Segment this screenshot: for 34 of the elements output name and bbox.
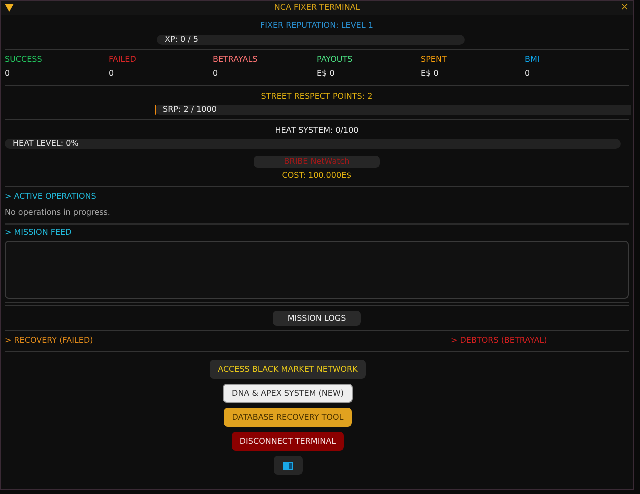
section-title: > ACTIVE OPERATIONS [5, 191, 98, 203]
empty-message: No operations in progress. [5, 207, 112, 219]
stat-value: 0 [525, 68, 532, 80]
section-title: > RECOVERY (FAILED) [5, 335, 94, 347]
progress-label: XP: 0 / 5 [165, 34, 199, 46]
panel-icon [283, 462, 293, 470]
section-title: > DEBTORS (BETRAYAL) [451, 335, 548, 347]
reputation-title: FIXER REPUTATION: LEVEL 1 [260, 20, 374, 32]
action-button[interactable]: DNA & APEX SYSTEM (NEW) [223, 384, 353, 403]
action-button[interactable]: ACCESS BLACK MARKET NETWORK [210, 360, 366, 379]
stat-label: PAYOUTS [317, 54, 354, 66]
collapse-icon[interactable] [5, 4, 14, 12]
srp-title: STREET RESPECT POINTS: 2 [260, 91, 374, 103]
stat-label: BMI [525, 54, 541, 66]
progress-label: SRP: 2 / 1000 [163, 104, 217, 116]
stat-value: 0 [213, 68, 220, 80]
stat-label: FAILED [109, 54, 138, 66]
section-title: > MISSION FEED [5, 227, 73, 239]
stat-value: E$ 0 [421, 68, 440, 80]
stat-value: 0 [5, 68, 12, 80]
mission-logs-button[interactable]: MISSION LOGS [273, 311, 361, 326]
bribe-cost: COST: 100.000E$ [281, 170, 353, 182]
action-button[interactable]: DISCONNECT TERMINAL [232, 432, 344, 451]
stat-value: 0 [109, 68, 116, 80]
heat-title: HEAT SYSTEM: 0/100 [274, 125, 360, 137]
stat-value: E$ 0 [317, 68, 336, 80]
window-title: NCA FIXER TERMINAL [274, 2, 360, 14]
stat-label: SUCCESS [5, 54, 44, 66]
close-button[interactable]: × [620, 3, 629, 13]
stat-label: BETRAYALS [213, 54, 259, 66]
progress-label: HEAT LEVEL: 0% [13, 138, 79, 150]
action-button[interactable]: DATABASE RECOVERY TOOL [224, 408, 352, 427]
panel-toggle-button[interactable] [274, 456, 302, 475]
stat-label: SPENT [421, 54, 448, 66]
